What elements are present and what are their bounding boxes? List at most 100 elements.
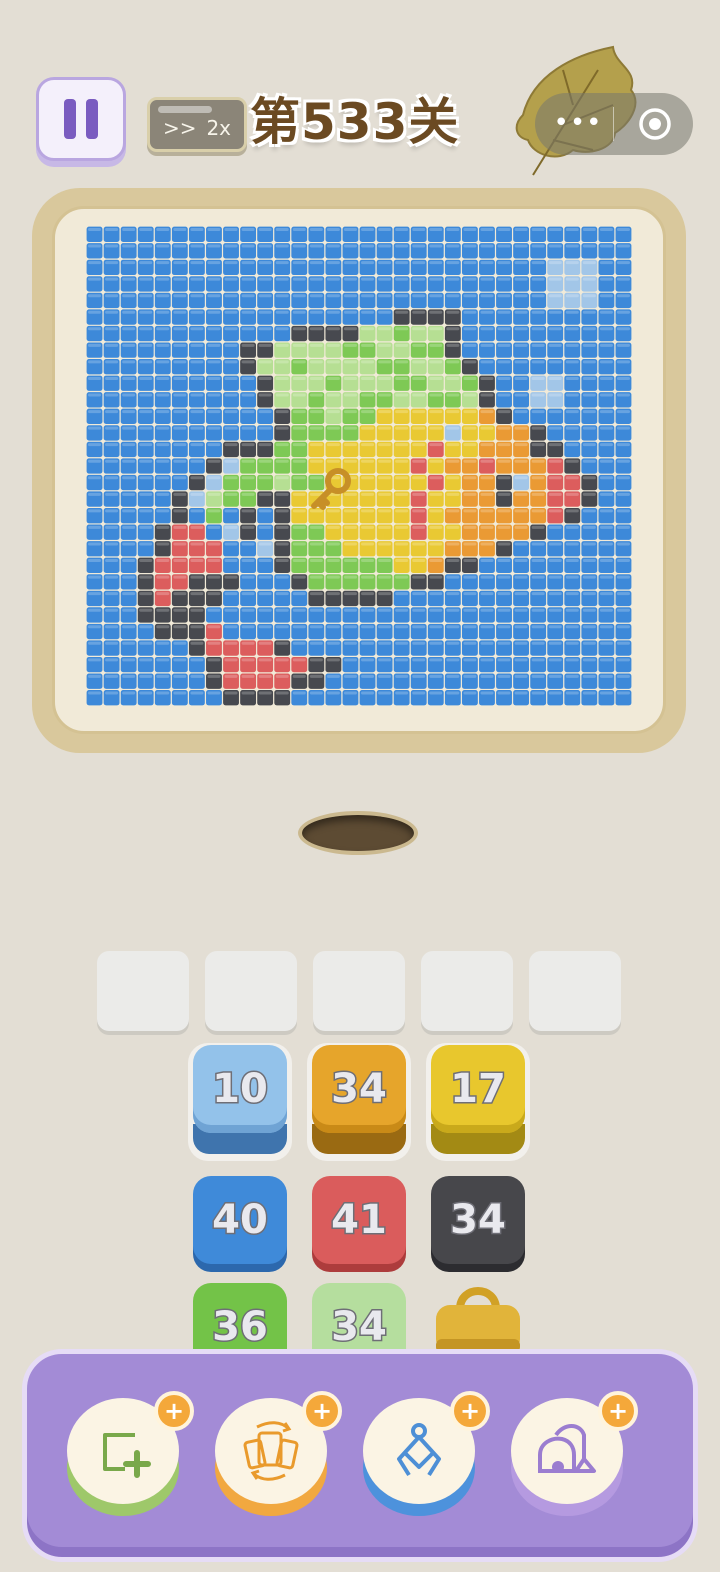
pixel-cell-highlight: [463, 625, 477, 629]
pixel-cell-highlight: [156, 608, 170, 612]
tile-count: 34: [330, 1303, 389, 1352]
pixel-cell-highlight: [190, 410, 204, 414]
pixel-cell-highlight: [548, 343, 562, 347]
pixel-cell-highlight: [514, 277, 528, 281]
pixel-cell-highlight: [599, 459, 613, 463]
pixel-cell-highlight: [531, 410, 545, 414]
pixel-cell-highlight: [378, 674, 392, 678]
pixel-cell-highlight: [463, 376, 477, 380]
pixel-cell-highlight: [582, 575, 596, 579]
pixel-cell-highlight: [429, 625, 443, 629]
pixel-cell-highlight: [497, 376, 511, 380]
pixel-cell-highlight: [395, 559, 409, 563]
pixel-cell-highlight: [105, 625, 119, 629]
pixel-cell-highlight: [292, 393, 306, 397]
pixel-cell-highlight: [139, 509, 153, 513]
speed-value: 2x: [206, 115, 231, 140]
pixel-cell-highlight: [412, 261, 426, 265]
pixel-cell-highlight: [309, 376, 323, 380]
color-tile-orange[interactable]: 34: [312, 1045, 406, 1133]
grab-claw-plus-badge[interactable]: +: [450, 1391, 490, 1431]
pixel-cell-highlight: [497, 410, 511, 414]
pixel-cell-highlight: [531, 261, 545, 265]
pixel-cell-highlight: [514, 443, 528, 447]
pixel-cell-highlight: [565, 410, 579, 414]
pixel-cell-highlight: [599, 575, 613, 579]
pixel-cell-highlight: [497, 310, 511, 314]
pixel-cell-highlight: [139, 376, 153, 380]
pixel-cell-highlight: [88, 625, 102, 629]
more-dots-icon[interactable]: •••: [553, 110, 603, 138]
pixel-cell-highlight: [105, 509, 119, 513]
pixel-cell-highlight: [309, 360, 323, 364]
pixel-cell-highlight: [122, 625, 136, 629]
pixel-cell-highlight: [326, 658, 340, 662]
pixel-cell-highlight: [207, 691, 221, 695]
pixel-cell-highlight: [207, 244, 221, 248]
color-tile-dark[interactable]: 34: [431, 1176, 525, 1264]
pixel-cell-highlight: [156, 509, 170, 513]
pixel-cell-highlight: [463, 525, 477, 529]
pixel-cell-highlight: [224, 608, 238, 612]
locked-tile-padlock-icon[interactable]: [430, 1283, 526, 1353]
pixel-cell-highlight: [395, 476, 409, 480]
pixel-cell-highlight: [105, 658, 119, 662]
pixel-cell-highlight: [497, 525, 511, 529]
pixel-cell-highlight: [599, 625, 613, 629]
pixel-cell-highlight: [241, 674, 255, 678]
pixel-cell-highlight: [497, 542, 511, 546]
pixel-cell-highlight: [156, 261, 170, 265]
pixel-cell-highlight: [548, 376, 562, 380]
pixel-cell-highlight: [463, 674, 477, 678]
add-slot-plus-badge[interactable]: +: [154, 1391, 194, 1431]
pixel-cell-highlight: [531, 674, 545, 678]
speed-toggle-button[interactable]: >> 2x: [147, 97, 247, 152]
pixel-cell-highlight: [122, 608, 136, 612]
vacuum-plus-badge[interactable]: +: [598, 1391, 638, 1431]
key-icon[interactable]: [305, 465, 355, 515]
shuffle-plus-badge[interactable]: +: [302, 1391, 342, 1431]
pause-button[interactable]: [36, 77, 126, 161]
pixel-cell-highlight: [582, 542, 596, 546]
pixel-art-board: [86, 226, 632, 706]
pixel-cell-highlight: [190, 376, 204, 380]
shuffle-cards-icon: [243, 1421, 299, 1481]
pixel-cell-highlight: [343, 641, 357, 645]
pixel-cell-highlight: [395, 443, 409, 447]
pixel-cell-highlight: [463, 310, 477, 314]
pixel-cell-highlight: [173, 360, 187, 364]
pixel-cell-highlight: [139, 261, 153, 265]
target-circle-icon[interactable]: [637, 106, 673, 142]
pixel-cell-highlight: [582, 641, 596, 645]
pixel-cell-highlight: [343, 327, 357, 331]
pixel-cell-highlight: [292, 625, 306, 629]
pixel-cell-highlight: [173, 459, 187, 463]
color-tile-red[interactable]: 41: [312, 1176, 406, 1264]
pixel-cell-highlight: [258, 393, 272, 397]
pixel-cell-highlight: [582, 393, 596, 397]
pixel-cell-highlight: [412, 608, 426, 612]
pixel-cell-highlight: [224, 559, 238, 563]
pixel-cell-highlight: [326, 277, 340, 281]
pixel-cell-highlight: [258, 592, 272, 596]
color-tile-light-blue[interactable]: 10: [193, 1045, 287, 1133]
pixel-cell-highlight: [361, 542, 375, 546]
pixel-cell-highlight: [343, 608, 357, 612]
pixel-cell-highlight: [395, 492, 409, 496]
color-tile-yellow[interactable]: 17: [431, 1045, 525, 1133]
pixel-cell-highlight: [88, 310, 102, 314]
pixel-cell-highlight: [412, 542, 426, 546]
pixel-cell-highlight: [548, 691, 562, 695]
pixel-cell-highlight: [378, 277, 392, 281]
pixel-cell-highlight: [173, 525, 187, 529]
pixel-cell-highlight: [531, 277, 545, 281]
pixel-cell-highlight: [463, 443, 477, 447]
pixel-cell-highlight: [412, 641, 426, 645]
color-tile-blue[interactable]: 40: [193, 1176, 287, 1264]
pixel-cell-highlight: [565, 327, 579, 331]
pixel-cell-highlight: [514, 393, 528, 397]
pixel-cell-highlight: [207, 476, 221, 480]
pixel-cell-highlight: [88, 492, 102, 496]
pixel-cell-highlight: [599, 343, 613, 347]
pixel-cell-highlight: [241, 459, 255, 463]
